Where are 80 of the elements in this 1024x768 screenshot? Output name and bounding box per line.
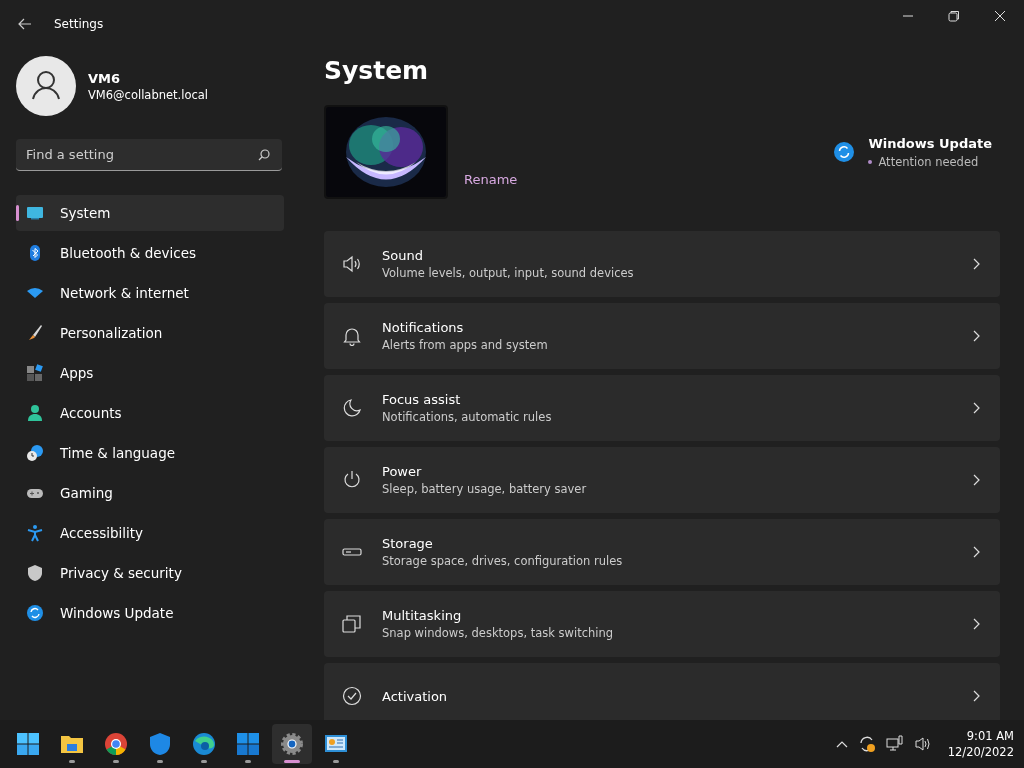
browser-icon: [104, 732, 128, 756]
speaker-icon: [342, 254, 362, 274]
card-subtitle: Sleep, battery usage, battery saver: [382, 482, 588, 496]
windows-logo-icon: [16, 732, 40, 756]
nav-item[interactable]: System: [16, 195, 284, 231]
clock-icon: [26, 444, 44, 462]
search-icon: [258, 149, 270, 161]
account-name: VM6: [88, 70, 122, 86]
nav-item[interactable]: Windows Update: [16, 595, 284, 631]
restore-icon[interactable]: [948, 10, 960, 22]
card-title: Activation: [382, 688, 449, 704]
update-title[interactable]: Windows Update: [868, 135, 992, 151]
search-field[interactable]: Find a setting: [16, 139, 282, 171]
chevron-icon: [972, 258, 980, 270]
monitor-icon: [26, 204, 44, 222]
settings-card[interactable]: Power Sleep, battery usage, battery saver: [324, 447, 1000, 513]
settings-card[interactable]: Storage Storage space, drives, configuration rules: [324, 519, 1000, 585]
settings-card[interactable]: Notifications Alerts from apps and system: [324, 303, 1000, 369]
card-title: Sound: [382, 248, 424, 263]
card-subtitle: Snap windows, desktops, task switching: [382, 626, 615, 640]
card-subtitle: Alerts from apps and system: [382, 338, 549, 352]
card-subtitle: Volume levels, output, input, sound devices: [382, 266, 635, 280]
chevron-icon: [972, 690, 980, 702]
settings-card[interactable]: Sound Volume levels, output, input, sound devices: [324, 231, 1000, 297]
person-icon: [26, 404, 44, 422]
window-title: Settings: [54, 17, 104, 31]
browser-icon: [192, 732, 216, 756]
nav-item[interactable]: Accessibility: [16, 515, 284, 551]
brush-icon: [26, 324, 44, 342]
nav-item[interactable]: Network & internet: [16, 275, 284, 311]
nav-item[interactable]: Apps: [16, 355, 284, 391]
status-dot-icon: [868, 159, 873, 164]
moon-icon: [342, 398, 362, 418]
card-title: Notifications: [382, 320, 465, 335]
gear-icon: [280, 732, 304, 756]
chevron-icon: [972, 546, 980, 558]
power-icon: [342, 470, 362, 490]
chevron-up-icon[interactable]: [835, 740, 848, 748]
update-status: Attention needed: [878, 154, 979, 169]
card-subtitle: Notifications, automatic rules: [382, 410, 553, 424]
card-subtitle: Storage space, drives, configuration rules: [382, 554, 624, 568]
card-title: Storage: [382, 536, 434, 551]
refresh-icon: [26, 604, 44, 622]
accessibility-icon: [26, 524, 44, 542]
nav-item[interactable]: Accounts: [16, 395, 284, 431]
monitor-icon[interactable]: [885, 735, 904, 753]
card-title: Multitasking: [382, 608, 463, 623]
card-title: Power: [382, 464, 423, 479]
close-icon[interactable]: [994, 10, 1006, 22]
bell-icon: [342, 326, 362, 346]
chevron-icon: [972, 618, 980, 630]
page-title: System: [324, 58, 430, 83]
nav-item[interactable]: Gaming: [16, 475, 284, 511]
card-title: Focus assist: [382, 392, 462, 407]
apps-icon: [26, 364, 44, 382]
settings-card[interactable]: Multitasking Snap windows, desktops, task switching: [324, 591, 1000, 657]
clock-time[interactable]: 9:01 AM: [966, 729, 1014, 743]
check-circle-icon: [342, 686, 362, 706]
settings-card[interactable]: Activation: [324, 663, 1000, 720]
chevron-icon: [972, 402, 980, 414]
refresh-icon[interactable]: [834, 142, 855, 162]
chevron-icon: [972, 330, 980, 342]
sync-icon[interactable]: [857, 735, 876, 753]
nav-item[interactable]: Time & language: [16, 435, 284, 471]
nav-item[interactable]: Bluetooth & devices: [16, 235, 284, 271]
shield-icon: [26, 564, 44, 582]
windows-icon: [342, 614, 362, 634]
speaker-icon[interactable]: [913, 735, 932, 753]
avatar-icon: [16, 56, 76, 116]
clock-date[interactable]: 12/20/2022: [947, 745, 1014, 759]
settings-card[interactable]: Focus assist Notifications, automatic rules: [324, 375, 1000, 441]
rename-link[interactable]: Rename: [464, 172, 518, 187]
back-icon[interactable]: [18, 18, 32, 30]
account-email: VM6@collabnet.local: [88, 87, 209, 102]
shield-icon: [148, 732, 172, 756]
chevron-icon: [972, 474, 980, 486]
nav-item[interactable]: Personalization: [16, 315, 284, 351]
nav-item[interactable]: Privacy & security: [16, 555, 284, 591]
taskbar-app[interactable]: [272, 724, 312, 764]
windows-logo-icon: [236, 732, 260, 756]
